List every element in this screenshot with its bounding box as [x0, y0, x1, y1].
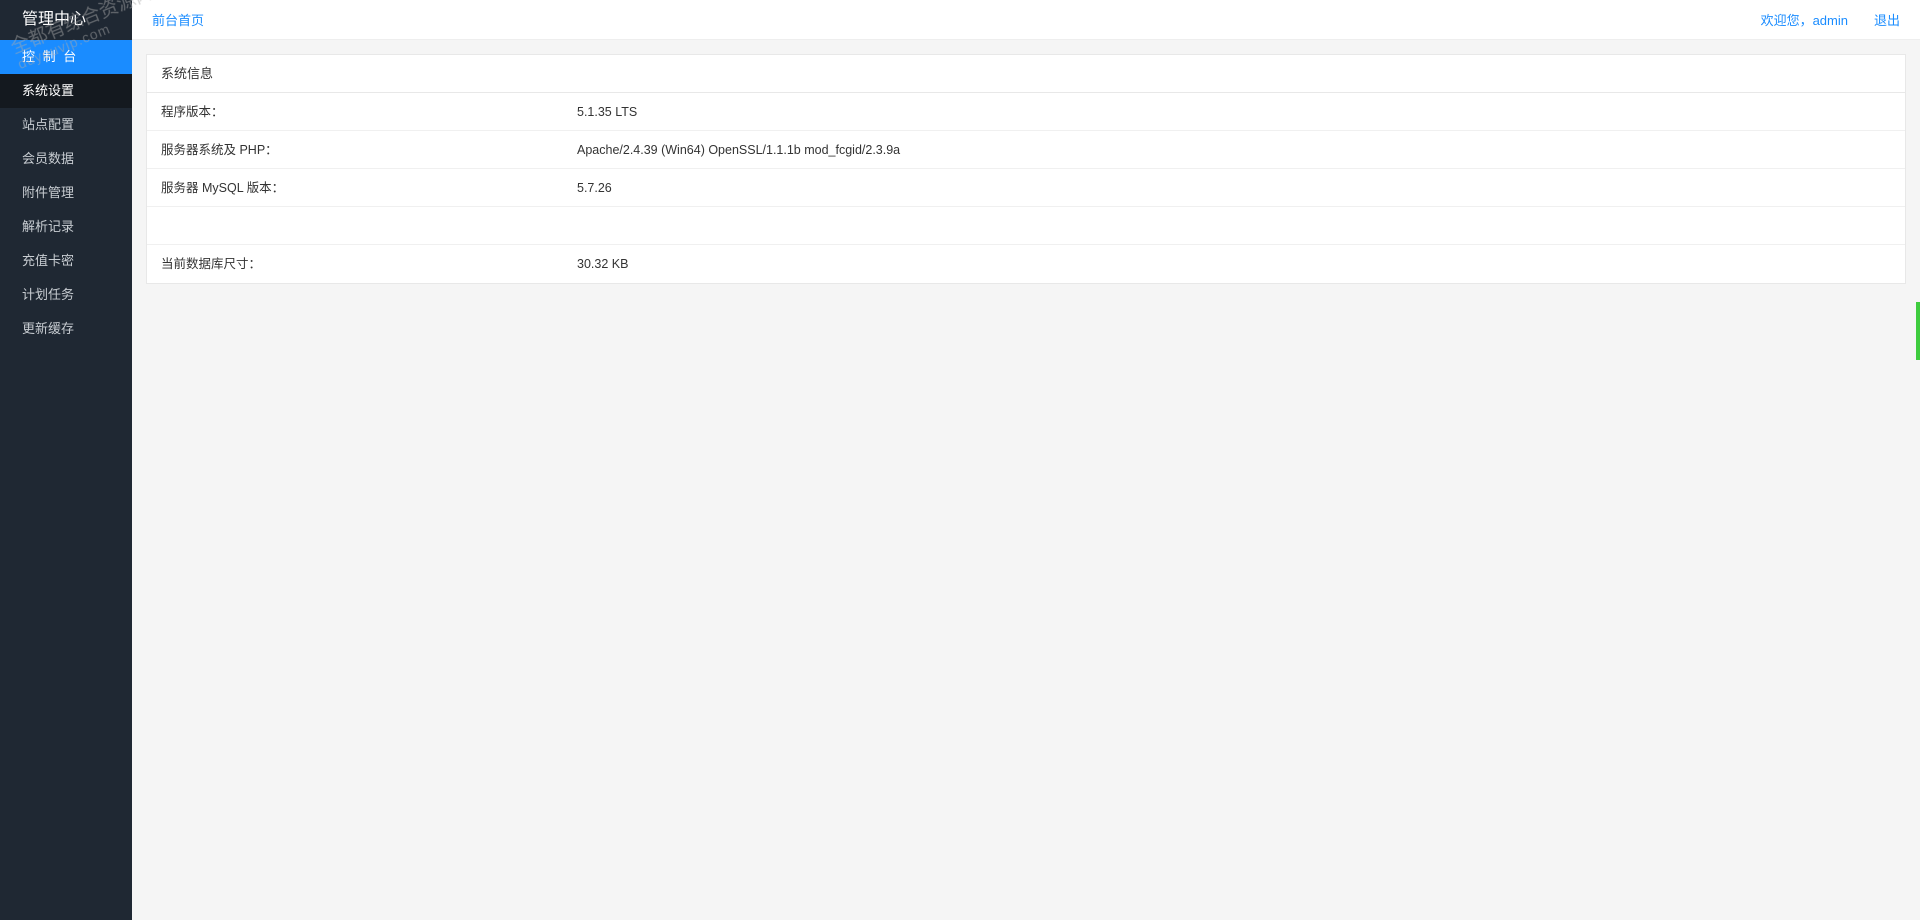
- info-label-mysql-version: 服务器 MySQL 版本：: [147, 169, 577, 206]
- sidebar-item-console[interactable]: 控 制 台: [0, 40, 132, 74]
- info-label-program-version: 程序版本：: [147, 93, 577, 130]
- topbar: 前台首页 欢迎您，admin 退出: [132, 0, 1920, 40]
- table-row: 服务器 MySQL 版本： 5.7.26: [147, 169, 1905, 207]
- sidebar-item-recharge-cards[interactable]: 充值卡密: [0, 244, 132, 278]
- logout-link[interactable]: 退出: [1874, 10, 1900, 29]
- system-info-panel: 系统信息 程序版本： 5.1.35 LTS 服务器系统及 PHP： Apache…: [146, 54, 1906, 284]
- table-row: 程序版本： 5.1.35 LTS: [147, 93, 1905, 131]
- info-value-mysql-version: 5.7.26: [577, 169, 1905, 206]
- scroll-indicator: [1916, 302, 1920, 360]
- content-wrapper: 系统信息 程序版本： 5.1.35 LTS 服务器系统及 PHP： Apache…: [132, 40, 1920, 298]
- info-label-server-php: 服务器系统及 PHP：: [147, 131, 577, 168]
- info-value-server-php: Apache/2.4.39 (Win64) OpenSSL/1.1.1b mod…: [577, 131, 1905, 168]
- info-value-db-size: 30.32 KB: [577, 245, 1905, 283]
- main-content: 系统信息 程序版本： 5.1.35 LTS 服务器系统及 PHP： Apache…: [132, 0, 1920, 298]
- sidebar-item-parse-records[interactable]: 解析记录: [0, 210, 132, 244]
- sidebar-item-system-settings[interactable]: 系统设置: [0, 74, 132, 108]
- sidebar: 管理中心 控 制 台 系统设置 站点配置 会员数据 附件管理 解析记录 充值卡密…: [0, 0, 132, 920]
- sidebar-title: 管理中心: [0, 0, 132, 40]
- sidebar-menu: 控 制 台 系统设置 站点配置 会员数据 附件管理 解析记录 充值卡密 计划任务…: [0, 40, 132, 346]
- frontend-home-link[interactable]: 前台首页: [152, 13, 204, 28]
- sidebar-item-site-config[interactable]: 站点配置: [0, 108, 132, 142]
- sidebar-item-members[interactable]: 会员数据: [0, 142, 132, 176]
- topbar-left: 前台首页: [152, 10, 204, 29]
- panel-title: 系统信息: [147, 55, 1905, 93]
- table-row: 服务器系统及 PHP： Apache/2.4.39 (Win64) OpenSS…: [147, 131, 1905, 169]
- sidebar-item-refresh-cache[interactable]: 更新缓存: [0, 312, 132, 346]
- sidebar-item-attachments[interactable]: 附件管理: [0, 176, 132, 210]
- welcome-user-link[interactable]: 欢迎您，admin: [1761, 10, 1848, 29]
- sidebar-item-scheduled-tasks[interactable]: 计划任务: [0, 278, 132, 312]
- table-row: 当前数据库尺寸： 30.32 KB: [147, 245, 1905, 283]
- info-label-db-size: 当前数据库尺寸：: [147, 245, 577, 283]
- table-row-blank: [147, 207, 1905, 245]
- info-value-program-version: 5.1.35 LTS: [577, 93, 1905, 130]
